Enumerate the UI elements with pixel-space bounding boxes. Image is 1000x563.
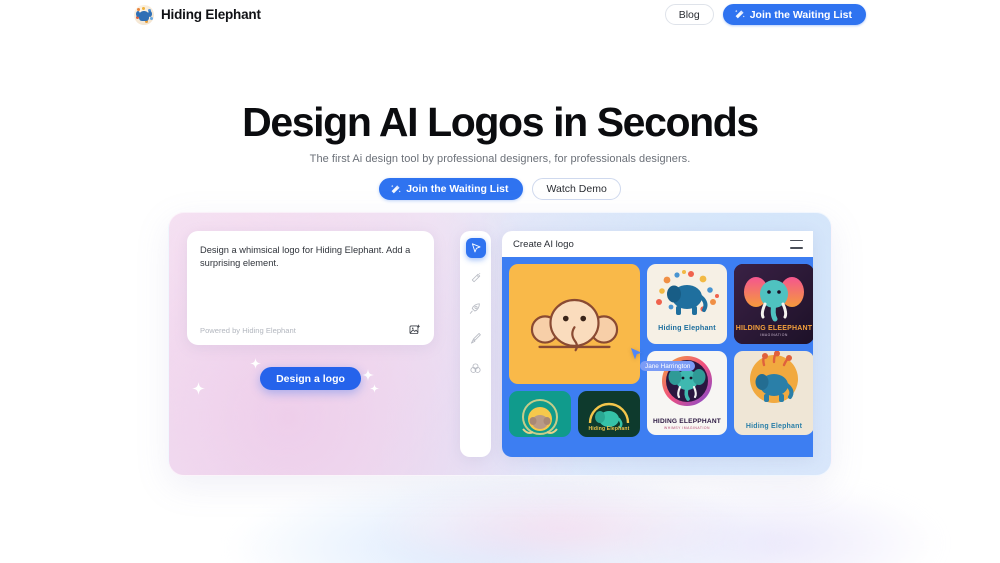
tile-caption-text: HILDING ELEEPHANT bbox=[735, 325, 813, 332]
collaborator-cursor-icon bbox=[630, 347, 643, 361]
logo-grid-column: HILDING ELEEPHANT IMAGINATION Hiding Ele… bbox=[734, 264, 813, 457]
hero-cta-group: Join the Waiting List Watch Demo bbox=[0, 178, 1000, 200]
tile-caption: Hiding Elephant bbox=[647, 323, 727, 332]
logo-grid-column: Hiding Elephant bbox=[509, 264, 640, 457]
brush-tool[interactable] bbox=[466, 328, 486, 348]
product-mockup: Design a whimsical logo for Hiding Eleph… bbox=[168, 212, 832, 476]
magic-wand-icon bbox=[391, 184, 401, 193]
header-actions: Blog Join the Waiting List bbox=[664, 4, 866, 25]
sparkle-icon bbox=[362, 369, 374, 381]
brand-name: Hiding Elephant bbox=[161, 7, 261, 22]
tile-caption: Hiding Elephant bbox=[578, 426, 640, 432]
prompt-card[interactable]: Design a whimsical logo for Hiding Eleph… bbox=[187, 231, 434, 345]
watch-demo-button[interactable]: Watch Demo bbox=[532, 178, 621, 200]
editor-toolbar bbox=[460, 231, 491, 457]
design-button-wrap: Design a logo bbox=[187, 358, 434, 395]
canvas-panel: Create AI logo Hiding Elephant Hiding El… bbox=[502, 231, 813, 457]
logo-canvas[interactable]: Hiding Elephant Hiding Elephant HIDING E… bbox=[502, 257, 813, 457]
canvas-header: Create AI logo bbox=[502, 231, 813, 257]
cream-confetti-tile[interactable]: Hiding Elephant bbox=[647, 264, 727, 344]
paint-brush-icon bbox=[470, 332, 481, 343]
hamburger-menu-icon[interactable] bbox=[790, 239, 803, 249]
tile-caption: HIDING ELEPPHANT WHIMSY IMAGINATION bbox=[647, 418, 727, 430]
teal-badge-illustration bbox=[522, 399, 558, 435]
header-join-label: Join the Waiting List bbox=[749, 8, 852, 21]
prompt-input[interactable]: Design a whimsical logo for Hiding Eleph… bbox=[200, 244, 421, 270]
elephant-circle-logo-icon bbox=[134, 4, 154, 25]
prompt-footer: Powered by Hiding Elephant bbox=[200, 324, 421, 336]
cursor-arrow-icon bbox=[471, 243, 480, 253]
hero-subtitle: The first Ai design tool by professional… bbox=[309, 153, 691, 165]
sparkle-icon bbox=[250, 358, 261, 369]
brand-logo[interactable]: Hiding Elephant bbox=[134, 4, 261, 25]
magic-wand-icon bbox=[734, 9, 745, 19]
magic-wand-tool[interactable] bbox=[466, 268, 486, 288]
hero-primary-cta-label: Join the Waiting List bbox=[406, 183, 509, 195]
hero-section: Design AI Logos in Seconds The first Ai … bbox=[0, 98, 1000, 200]
pen-nib-icon bbox=[469, 302, 480, 314]
tile-tagline-text: WHIMSY IMAGINATION bbox=[664, 426, 710, 430]
canvas-title: Create AI logo bbox=[513, 238, 574, 250]
tile-caption-text: Hiding Elephant bbox=[588, 426, 630, 432]
confetti-elephant-illustration bbox=[656, 270, 719, 315]
design-a-logo-button[interactable]: Design a logo bbox=[260, 367, 361, 390]
orange-elephant-tile[interactable] bbox=[509, 264, 640, 384]
tile-caption: HILDING ELEEPHANT IMAGINATION bbox=[734, 325, 813, 337]
tile-caption: Hiding Elephant bbox=[734, 423, 813, 430]
beige-sun-tile[interactable]: Hiding Elephant bbox=[734, 351, 813, 435]
night-gradient-tile[interactable]: HILDING ELEEPHANT IMAGINATION bbox=[734, 264, 813, 344]
hero-secondary-cta-label: Watch Demo bbox=[546, 183, 607, 195]
tile-caption-text: Hiding Elephant bbox=[745, 423, 803, 430]
sparkle-icon bbox=[192, 382, 205, 395]
color-circles-icon bbox=[470, 362, 481, 373]
landing-page: Hiding Elephant Blog Join the Waiting Li… bbox=[0, 0, 1000, 563]
tile-tagline-text: IMAGINATION bbox=[760, 333, 788, 337]
sun-elephant-illustration bbox=[750, 351, 798, 403]
dark-green-tile[interactable]: Hiding Elephant bbox=[578, 391, 640, 437]
cartoon-elephant-illustration bbox=[530, 298, 619, 352]
color-tool[interactable] bbox=[466, 358, 486, 378]
pen-tool[interactable] bbox=[466, 298, 486, 318]
collaborator-name-label: Jane Harrington bbox=[640, 361, 696, 371]
page-title: Design AI Logos in Seconds bbox=[242, 99, 759, 145]
sparkle-icon bbox=[370, 384, 379, 393]
tile-caption-text: HIDING ELEPPHANT bbox=[652, 418, 722, 425]
add-image-icon[interactable] bbox=[409, 324, 421, 336]
header-join-waiting-list-button[interactable]: Join the Waiting List bbox=[722, 4, 866, 25]
select-tool[interactable] bbox=[465, 238, 486, 258]
prompt-column: Design a whimsical logo for Hiding Eleph… bbox=[187, 231, 449, 457]
blog-label: Blog bbox=[678, 8, 700, 21]
site-header: Hiding Elephant Blog Join the Waiting Li… bbox=[0, 0, 1000, 29]
teal-badge-tile[interactable] bbox=[509, 391, 571, 437]
hero-join-waiting-list-button[interactable]: Join the Waiting List bbox=[379, 178, 524, 200]
powered-by-label: Powered by Hiding Elephant bbox=[200, 325, 296, 335]
design-a-logo-label: Design a logo bbox=[276, 372, 345, 385]
magic-wand-icon bbox=[471, 272, 481, 283]
blog-button[interactable]: Blog bbox=[664, 4, 714, 25]
small-tile-row: Hiding Elephant bbox=[509, 391, 640, 437]
tile-caption-text: Hiding Elephant bbox=[658, 323, 716, 332]
